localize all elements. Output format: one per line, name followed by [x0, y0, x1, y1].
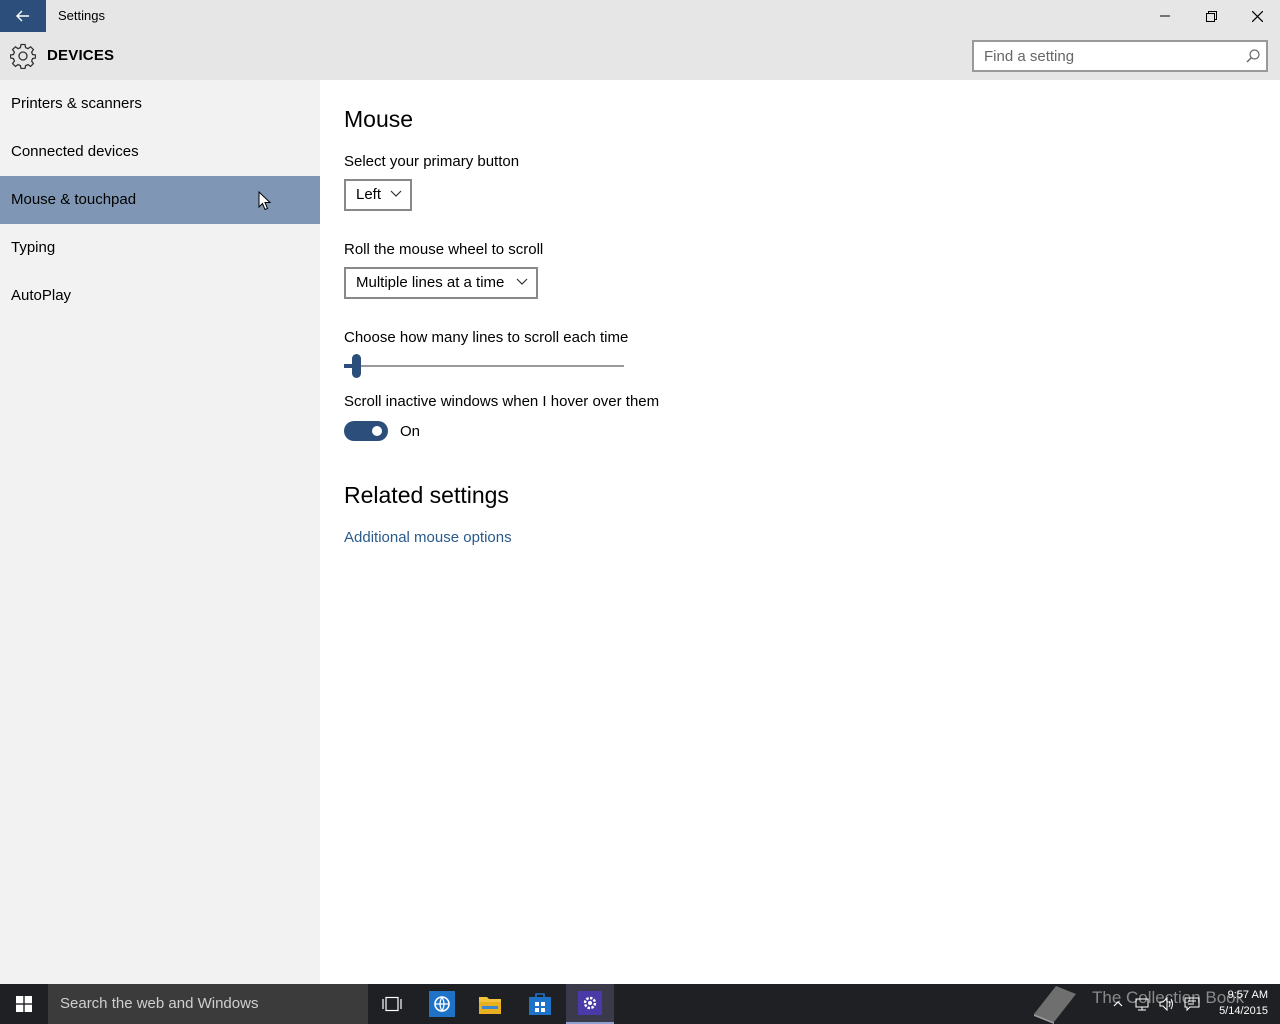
sidebar-item-autoplay[interactable]: AutoPlay	[0, 272, 320, 320]
page-title: DEVICES	[47, 47, 115, 64]
internet-explorer-icon	[429, 991, 455, 1017]
restore-icon	[1205, 10, 1217, 22]
primary-button-dropdown[interactable]: Left	[344, 179, 412, 211]
settings-taskbar-button[interactable]	[566, 984, 614, 1024]
show-hidden-icons-icon[interactable]	[1110, 996, 1126, 1012]
scroll-wheel-label: Roll the mouse wheel to scroll	[344, 241, 544, 258]
task-view-icon	[382, 996, 402, 1012]
settings-header: DEVICES	[0, 32, 1280, 80]
network-icon[interactable]	[1134, 996, 1150, 1012]
find-setting-search[interactable]	[972, 40, 1268, 72]
taskbar: Search the web and Windows The Collectio…	[0, 984, 1280, 1024]
inactive-scroll-toggle[interactable]	[344, 421, 388, 441]
internet-explorer-button[interactable]	[418, 984, 466, 1024]
sidebar-item-printers-scanners[interactable]: Printers & scanners	[0, 80, 320, 128]
section-title-mouse: Mouse	[344, 106, 414, 132]
clock-date: 5/14/2015	[1219, 1005, 1268, 1017]
mouse-pointer-icon	[258, 191, 272, 211]
main-content: Mouse Select your primary button Left Ro…	[320, 80, 1280, 984]
store-button[interactable]	[516, 984, 564, 1024]
close-button[interactable]	[1234, 0, 1280, 32]
action-center-icon[interactable]	[1184, 996, 1200, 1012]
search-icon[interactable]	[1246, 49, 1260, 63]
title-bar: Settings	[0, 0, 1280, 32]
additional-mouse-options-link[interactable]: Additional mouse options	[344, 529, 512, 546]
back-button[interactable]	[0, 0, 46, 32]
volume-icon[interactable]	[1158, 996, 1174, 1012]
minimize-icon	[1160, 15, 1170, 17]
scroll-wheel-value: Multiple lines at a time	[356, 274, 505, 291]
chevron-down-icon	[390, 190, 402, 197]
clock-time: 9:57 AM	[1227, 989, 1268, 1001]
windows-start-icon	[16, 996, 32, 1012]
close-icon	[1251, 10, 1263, 22]
scroll-lines-slider-track[interactable]	[344, 365, 624, 367]
chevron-down-icon	[516, 278, 528, 285]
sidebar-item-connected-devices[interactable]: Connected devices	[0, 128, 320, 176]
toggle-knob	[372, 426, 382, 436]
primary-button-value: Left	[356, 186, 382, 203]
taskbar-search-box[interactable]: Search the web and Windows	[48, 984, 368, 1024]
minimize-button[interactable]	[1142, 0, 1188, 32]
inactive-scroll-state: On	[400, 423, 421, 440]
primary-button-label: Select your primary button	[344, 153, 520, 170]
start-button[interactable]	[0, 984, 48, 1024]
file-explorer-button[interactable]	[466, 984, 514, 1024]
file-explorer-icon	[479, 997, 501, 1014]
scroll-lines-label: Choose how many lines to scroll each tim…	[344, 329, 629, 346]
restore-button[interactable]	[1188, 0, 1234, 32]
sidebar-item-mouse-touchpad[interactable]: Mouse & touchpad	[0, 176, 320, 224]
inactive-scroll-label: Scroll inactive windows when I hover ove…	[344, 393, 660, 410]
store-icon	[529, 993, 551, 1015]
sidebar: Printers & scanners Connected devices Mo…	[0, 80, 320, 984]
gear-icon	[10, 43, 36, 69]
search-input[interactable]	[974, 42, 1234, 70]
taskbar-clock[interactable]: 9:57 AM 5/14/2015	[1206, 987, 1268, 1019]
sidebar-item-typing[interactable]: Typing	[0, 224, 320, 272]
settings-gear-icon	[578, 991, 602, 1015]
scroll-wheel-dropdown[interactable]: Multiple lines at a time	[344, 267, 538, 299]
back-arrow-icon	[16, 10, 29, 22]
watermark-book-icon	[1034, 986, 1076, 1024]
related-settings-title: Related settings	[344, 482, 509, 508]
window-title: Settings	[58, 8, 105, 23]
task-view-button[interactable]	[368, 984, 416, 1024]
scroll-lines-slider-thumb[interactable]	[352, 354, 362, 378]
